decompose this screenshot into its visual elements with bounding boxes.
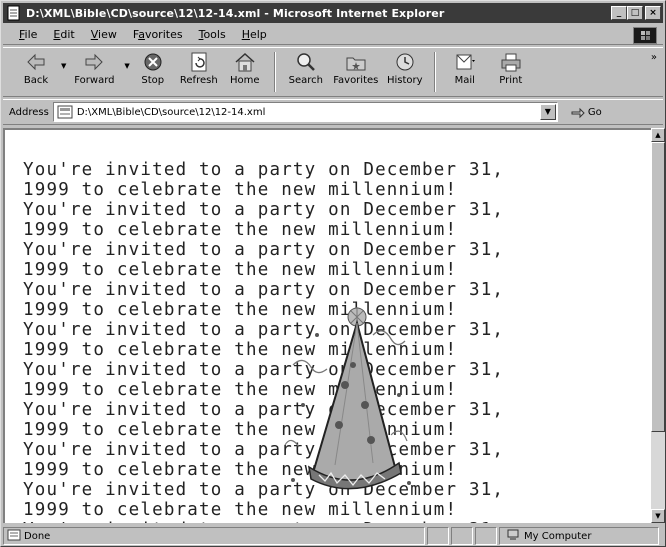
scroll-up-button[interactable]: ▲: [651, 128, 665, 142]
toolbar-separator: [433, 52, 436, 92]
xml-document-text: You're invited to a party on December 31…: [23, 160, 505, 523]
window-controls: _ □ ×: [611, 6, 661, 20]
menu-file[interactable]: File: [11, 28, 45, 41]
forward-arrow-icon: [85, 53, 104, 71]
window-title: D:\XML\Bible\CD\source\12\12-14.xml - Mi…: [26, 6, 445, 20]
toolbar-separator: [273, 52, 276, 92]
xml-file-icon: [57, 105, 73, 119]
menu-view[interactable]: View: [83, 28, 125, 41]
page-content[interactable]: You're invited to a party on December 31…: [3, 128, 651, 523]
address-dropdown-button[interactable]: ▼: [539, 104, 556, 120]
stop-button[interactable]: Stop: [130, 48, 176, 94]
go-arrow-icon: [571, 107, 585, 119]
scroll-down-button[interactable]: ▼: [651, 509, 665, 523]
menu-help[interactable]: Help: [234, 28, 275, 41]
status-empty-cell: [451, 527, 473, 545]
browser-window: D:\XML\Bible\CD\source\12\12-14.xml - Mi…: [0, 0, 666, 547]
menu-edit[interactable]: Edit: [45, 28, 82, 41]
status-text: Done: [24, 530, 51, 542]
address-bar: Address D:\XML\Bible\CD\source\12\12-14.…: [3, 99, 663, 125]
toolbar-more-chevron-icon[interactable]: »: [651, 52, 657, 63]
zone-cell: My Computer: [499, 527, 659, 545]
mail-button[interactable]: Mail: [442, 48, 488, 94]
party-hat-image: [284, 307, 411, 490]
print-button[interactable]: Print: [488, 48, 534, 94]
computer-icon: [506, 529, 520, 544]
home-button[interactable]: Home: [222, 48, 268, 94]
status-text-cell: Done: [3, 527, 425, 545]
go-button[interactable]: Go: [570, 105, 602, 119]
refresh-button[interactable]: Refresh: [176, 48, 222, 94]
mail-icon: [456, 54, 475, 70]
status-empty-cell: [427, 527, 449, 545]
search-button[interactable]: Search: [282, 48, 330, 94]
address-input[interactable]: D:\XML\Bible\CD\source\12\12-14.xml ▼: [52, 102, 558, 122]
close-button[interactable]: ×: [645, 6, 661, 20]
windows-logo-icon: [633, 27, 657, 44]
stop-icon: [144, 53, 162, 71]
scroll-thumb[interactable]: [651, 142, 665, 432]
refresh-icon: [191, 52, 207, 72]
page-done-icon: [7, 529, 21, 544]
document-icon: [6, 5, 22, 21]
back-button[interactable]: Back: [13, 48, 59, 94]
title-bar[interactable]: D:\XML\Bible\CD\source\12\12-14.xml - Mi…: [3, 3, 663, 23]
minimize-button[interactable]: _: [611, 6, 627, 20]
vertical-scrollbar[interactable]: ▲ ▼: [651, 128, 665, 523]
menu-favorites[interactable]: Favorites: [125, 28, 191, 41]
security-zone-label: My Computer: [524, 530, 592, 542]
maximize-button[interactable]: □: [627, 6, 643, 20]
address-label: Address: [9, 106, 49, 118]
menu-bar: File Edit View Favorites Tools Help: [3, 25, 663, 45]
favorites-button[interactable]: Favorites: [330, 48, 382, 94]
address-value: D:\XML\Bible\CD\source\12\12-14.xml: [76, 106, 266, 118]
printer-icon: [501, 53, 521, 72]
status-bar: Done My Computer: [3, 526, 663, 546]
home-icon: [235, 52, 255, 72]
standard-toolbar: Back ▼ Forward ▼ Stop Refresh Home Searc…: [3, 47, 663, 97]
favorites-folder-icon: [346, 57, 366, 71]
forward-button[interactable]: Forward: [66, 48, 122, 94]
history-icon: [396, 53, 414, 71]
status-empty-cell: [475, 527, 497, 545]
search-icon: [297, 53, 315, 71]
menu-tools[interactable]: Tools: [191, 28, 234, 41]
back-arrow-icon: [27, 53, 45, 71]
history-button[interactable]: History: [382, 48, 428, 94]
